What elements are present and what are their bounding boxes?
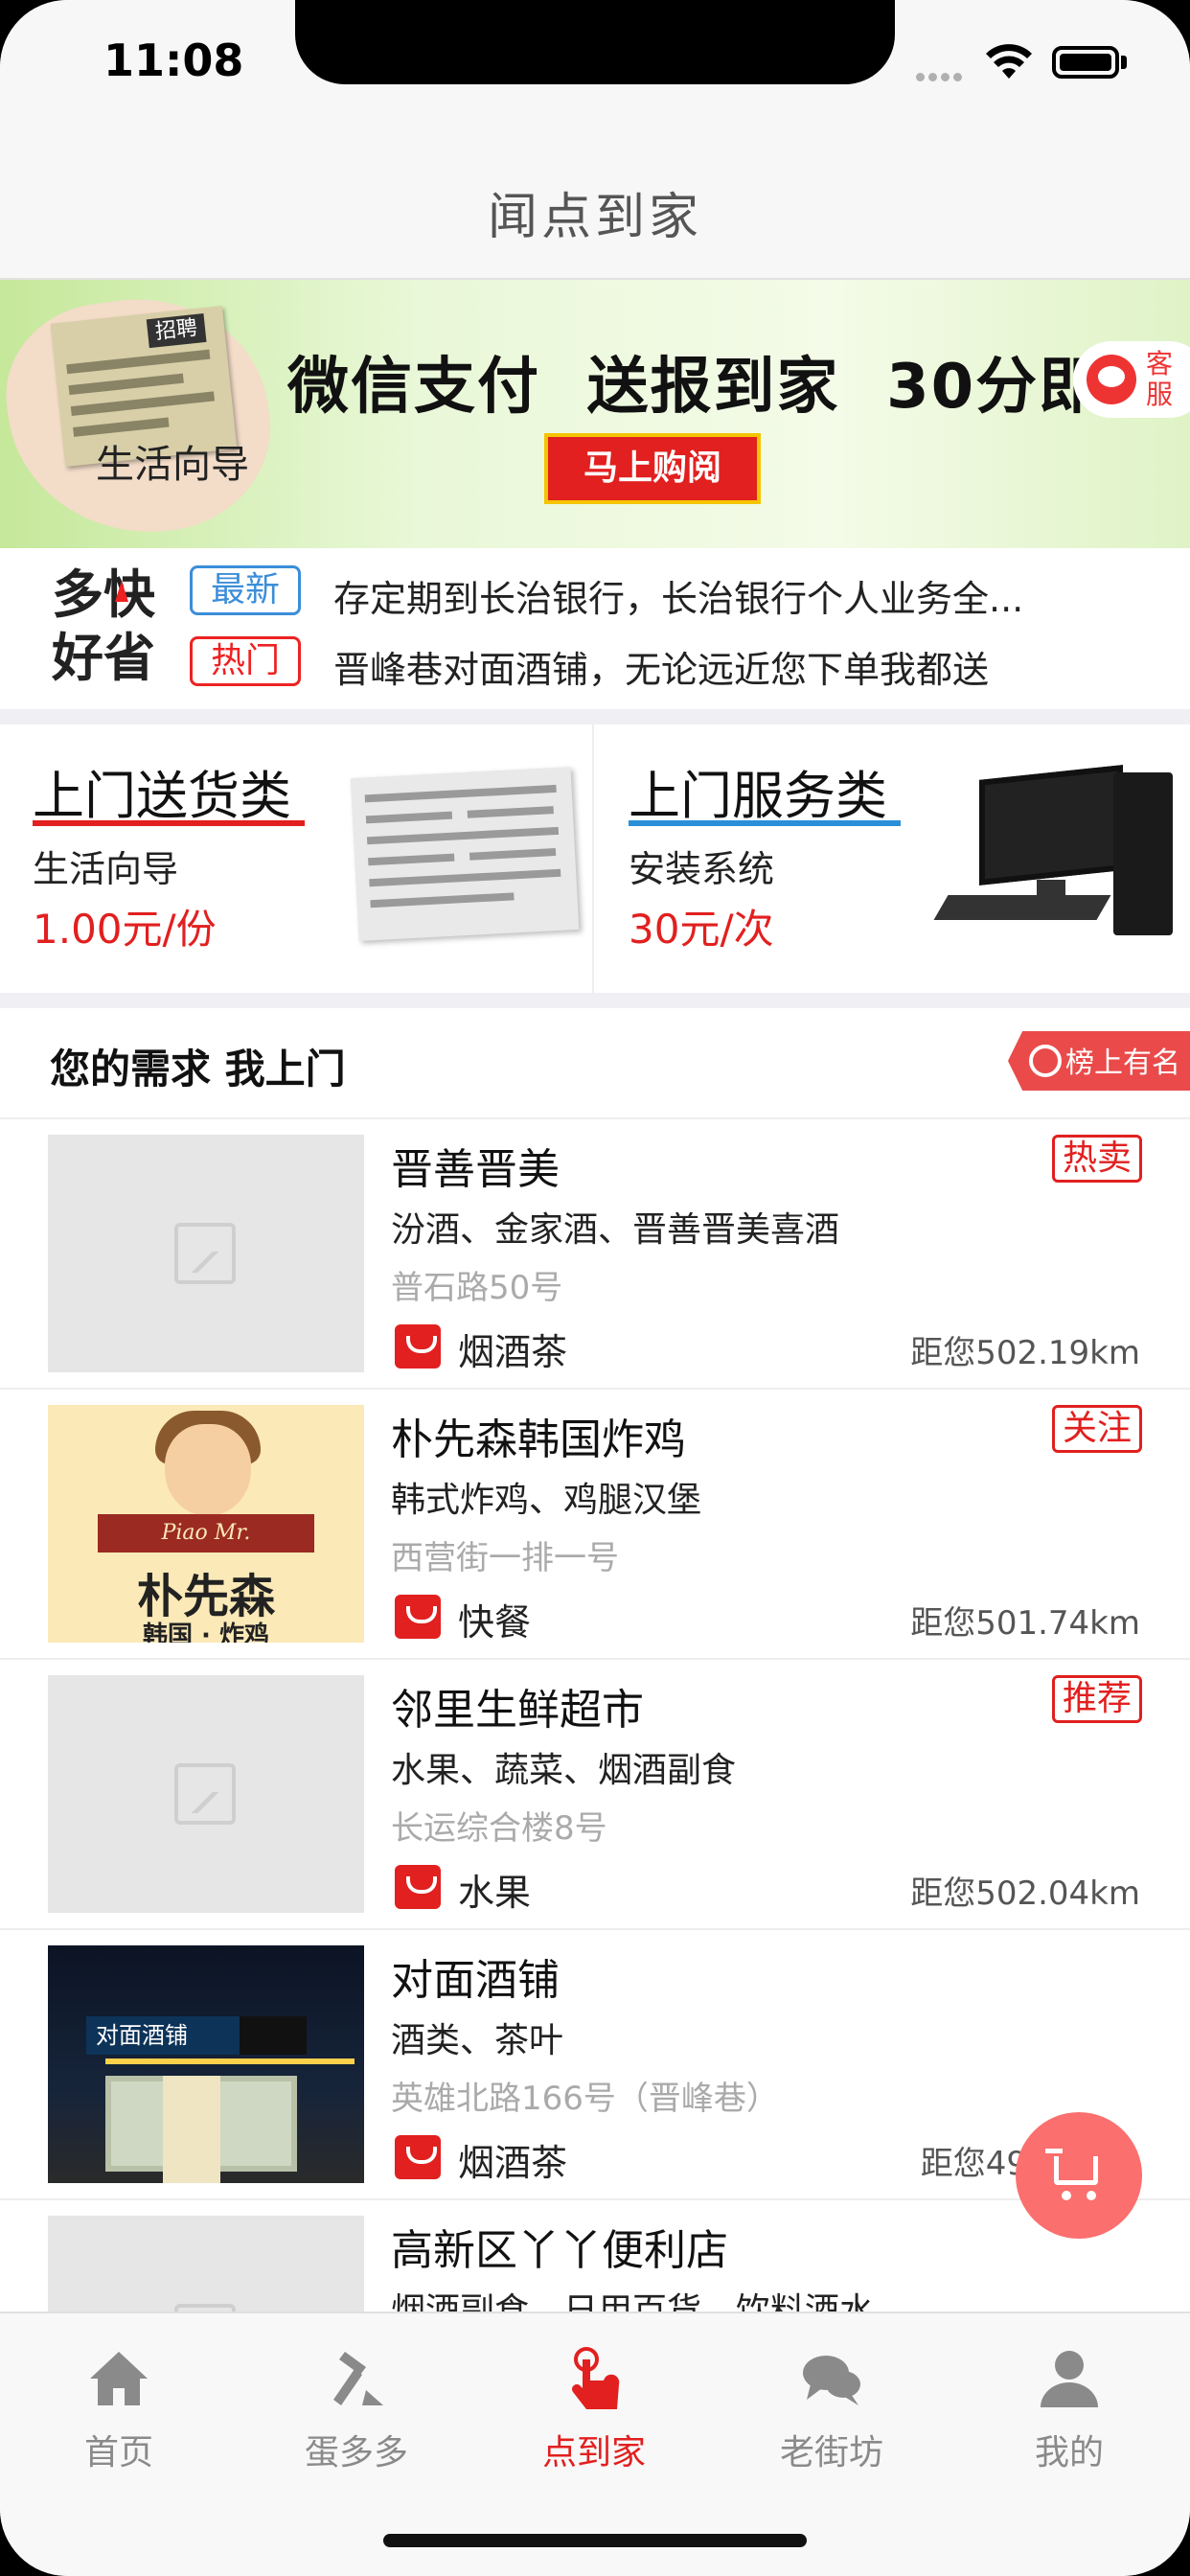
store-list[interactable]: 晋善晋美 热卖 汾酒、金家酒、晋善晋美喜酒 普石路50号 烟酒茶 距您502.1… [0,1119,1190,2312]
delivery-category-card[interactable]: 上门送货类 生活向导 1.00元/份 [0,724,594,993]
section-title: 您的需求 我上门 [50,1046,346,1092]
tab-dandd[interactable]: 蛋多多 [238,2313,475,2486]
store-distance: 距您49 [920,2145,1027,2183]
divider [0,709,1190,724]
shopping-bag-icon [395,1595,441,1639]
shopping-bag-icon [395,1865,441,1909]
news-tag-new: 最新 [190,565,301,615]
store-item[interactable]: 邻里生鲜超市 推荐 水果、蔬菜、烟酒副食 长运综合楼8号 水果 距您502.04… [0,1660,1190,1930]
tab-laojiefang[interactable]: 老街坊 [713,2313,950,2486]
app-screen: 11:08 闻点到家 招聘 生活向导 微信支付 送报到家 30分即到 马上购阅 … [0,0,1190,2576]
shopping-bag-icon [395,1324,441,1368]
tab-mine[interactable]: 我的 [950,2313,1188,2486]
store-item[interactable]: 高新区丫丫便利店 烟酒副食、日用百货、饮料酒水 [0,2200,1190,2312]
category-title: 上门服务类 [629,766,887,826]
category-price: 30元/次 [629,906,774,953]
chat-bubbles-icon [803,2356,860,2405]
signal-icon [916,67,966,85]
category-subtitle: 生活向导 [33,848,179,890]
tab-diandaojia[interactable]: 点到家 [475,2313,713,2486]
store-name: 晋善晋美 [391,1145,560,1194]
navigation-bar: 闻点到家 [0,126,1190,280]
store-category: 快餐 [458,1601,532,1644]
store-goods: 酒类、茶叶 [391,2021,564,2060]
store-goods: 烟酒副食、日用百货、饮料酒水 [391,2291,875,2312]
store-name: 高新区丫丫便利店 [391,2226,728,2275]
store-tag: 热卖 [1051,1135,1142,1183]
battery-icon [1052,46,1119,79]
store-item[interactable]: 晋善晋美 热卖 汾酒、金家酒、晋善晋美喜酒 普石路50号 烟酒茶 距您502.1… [0,1119,1190,1390]
section-header: 您的需求 我上门 榜上有名 [0,1008,1190,1119]
banner-brand-label: 生活向导 [96,443,249,487]
store-address: 西营街一排一号 [391,1539,619,1577]
store-tag: 推荐 [1051,1675,1142,1723]
image-placeholder-icon [174,1763,236,1825]
medal-icon [1029,1045,1062,1077]
cart-icon [1045,2149,1098,2185]
category-cards: 上门送货类 生活向导 1.00元/份 上门服务类 安装系统 30元/次 [0,724,1190,993]
store-thumbnail: 对面酒铺 [48,1945,364,2183]
ranking-label[interactable]: 榜上有名 [1065,1039,1180,1081]
service-category-card[interactable]: 上门服务类 安装系统 30元/次 [596,724,1190,993]
store-thumbnail: Piao Mr. 朴先森 韩国 · 炸鸡 [48,1405,364,1643]
store-thumbnail [48,2216,364,2312]
store-name: 对面酒铺 [391,1956,560,2005]
divider [0,993,1190,1008]
news-item[interactable]: 存定期到长治银行，长治银行个人业务全... [333,569,1138,622]
store-goods: 汾酒、金家酒、晋善晋美喜酒 [391,1210,840,1250]
store-tag: 关注 [1051,1405,1142,1453]
status-bar: 11:08 [0,0,1190,126]
store-goods: 韩式炸鸡、鸡腿汉堡 [391,1481,702,1520]
status-time: 11:08 [103,34,244,86]
store-goods: 水果、蔬菜、烟酒副食 [391,1751,737,1790]
store-address: 普石路50号 [391,1269,563,1307]
news-tag-hot: 热门 [190,636,301,686]
subscribe-button[interactable]: 马上购阅 [544,433,761,504]
category-subtitle: 安装系统 [629,848,775,890]
store-address: 长运综合楼8号 [391,1809,607,1848]
home-icon [90,2352,148,2405]
store-name: 朴先森韩国炸鸡 [391,1415,686,1464]
news-logo: 多快 好省 [52,564,155,688]
category-price: 1.00元/份 [33,906,217,953]
store-category: 烟酒茶 [458,1331,568,1373]
hammer-icon [333,2352,383,2405]
notch [295,0,895,84]
wifi-icon [986,44,1032,79]
store-thumbnail [48,1675,364,1913]
store-name: 邻里生鲜超市 [391,1686,644,1735]
store-item[interactable]: 对面酒铺 对面酒铺 酒类、茶叶 英雄北路166号（晋峰巷） 烟酒茶 距您49 [0,1930,1190,2200]
store-distance: 距您502.19km [910,1334,1140,1372]
tap-hand-icon [572,2347,620,2409]
image-placeholder-icon [174,1223,236,1284]
customer-service-button[interactable]: 客服 [1073,341,1190,418]
image-placeholder-icon [174,2304,236,2312]
home-indicator[interactable] [383,2534,807,2547]
shopping-bag-icon [395,2135,441,2179]
tab-home[interactable]: 首页 [0,2313,238,2486]
newspaper-image [350,767,580,941]
store-distance: 距您502.04km [910,1874,1140,1913]
banner-slogan: 微信支付 送报到家 30分即到 [287,352,1166,423]
store-category: 水果 [458,1872,532,1914]
store-category: 烟酒茶 [458,2142,568,2184]
category-title: 上门送货类 [33,766,291,826]
news-item[interactable]: 晋峰巷对面酒铺，无论远近您下单我都送 [333,640,1138,693]
promo-banner[interactable]: 招聘 生活向导 微信支付 送报到家 30分即到 马上购阅 客服 [0,280,1190,548]
page-title: 闻点到家 [487,189,702,246]
store-item[interactable]: Piao Mr. 朴先森 韩国 · 炸鸡 朴先森韩国炸鸡 关注 韩式炸鸡、鸡腿汉… [0,1390,1190,1660]
news-ticker: 多快 好省 最新 存定期到长治银行，长治银行个人业务全... 热门 晋峰巷对面酒… [0,548,1190,709]
store-address: 英雄北路166号（晋峰巷） [391,2080,779,2118]
headset-icon [1087,355,1136,404]
store-thumbnail [48,1135,364,1372]
store-distance: 距您501.74km [910,1604,1140,1643]
user-icon [1041,2351,1098,2407]
cart-button[interactable] [1016,2112,1142,2239]
